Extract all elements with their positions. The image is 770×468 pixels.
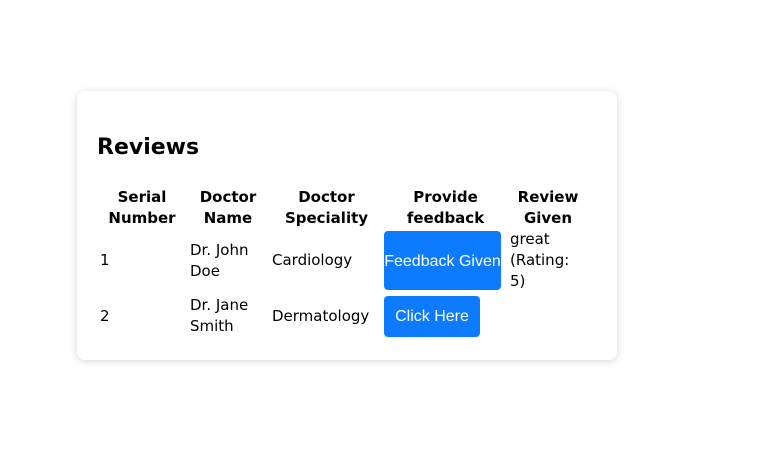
feedback-cell: Click Here (384, 292, 507, 340)
review-given-cell: great (Rating: 5) (510, 230, 570, 290)
review-given-cell (507, 292, 589, 340)
column-header-provide-feedback: Provide feedback (406, 188, 485, 227)
table-row: 2 Dr. Jane Smith Dermatology Click Here (97, 292, 589, 340)
column-header-doctor-speciality: Doctor Speciality (284, 188, 369, 227)
click-here-button[interactable]: Click Here (384, 295, 480, 337)
table-row: 1 Dr. John Doe Cardiology Feedback Given… (97, 229, 589, 292)
page-title: Reviews (97, 135, 200, 160)
doctor-speciality-cell: Dermatology (272, 306, 370, 325)
feedback-cell: Feedback Given (384, 229, 507, 292)
reviews-card: Reviews Serial Number Doctor Name Doctor… (77, 91, 617, 360)
feedback-given-button[interactable]: Feedback Given (384, 231, 501, 290)
doctor-name-cell: Dr. John Doe (190, 240, 249, 280)
column-header-serial-number: Serial Number (108, 188, 176, 227)
serial-number-cell: 1 (100, 251, 110, 269)
doctor-name-cell: Dr. Jane Smith (190, 296, 249, 335)
table-header-row: Serial Number Doctor Name Doctor Special… (97, 187, 589, 229)
column-header-review-given: Review Given (517, 188, 579, 227)
column-header-doctor-name: Doctor Name (199, 188, 257, 227)
doctor-speciality-cell: Cardiology (272, 251, 353, 269)
serial-number-cell: 2 (100, 306, 110, 325)
reviews-table: Serial Number Doctor Name Doctor Special… (97, 187, 589, 340)
